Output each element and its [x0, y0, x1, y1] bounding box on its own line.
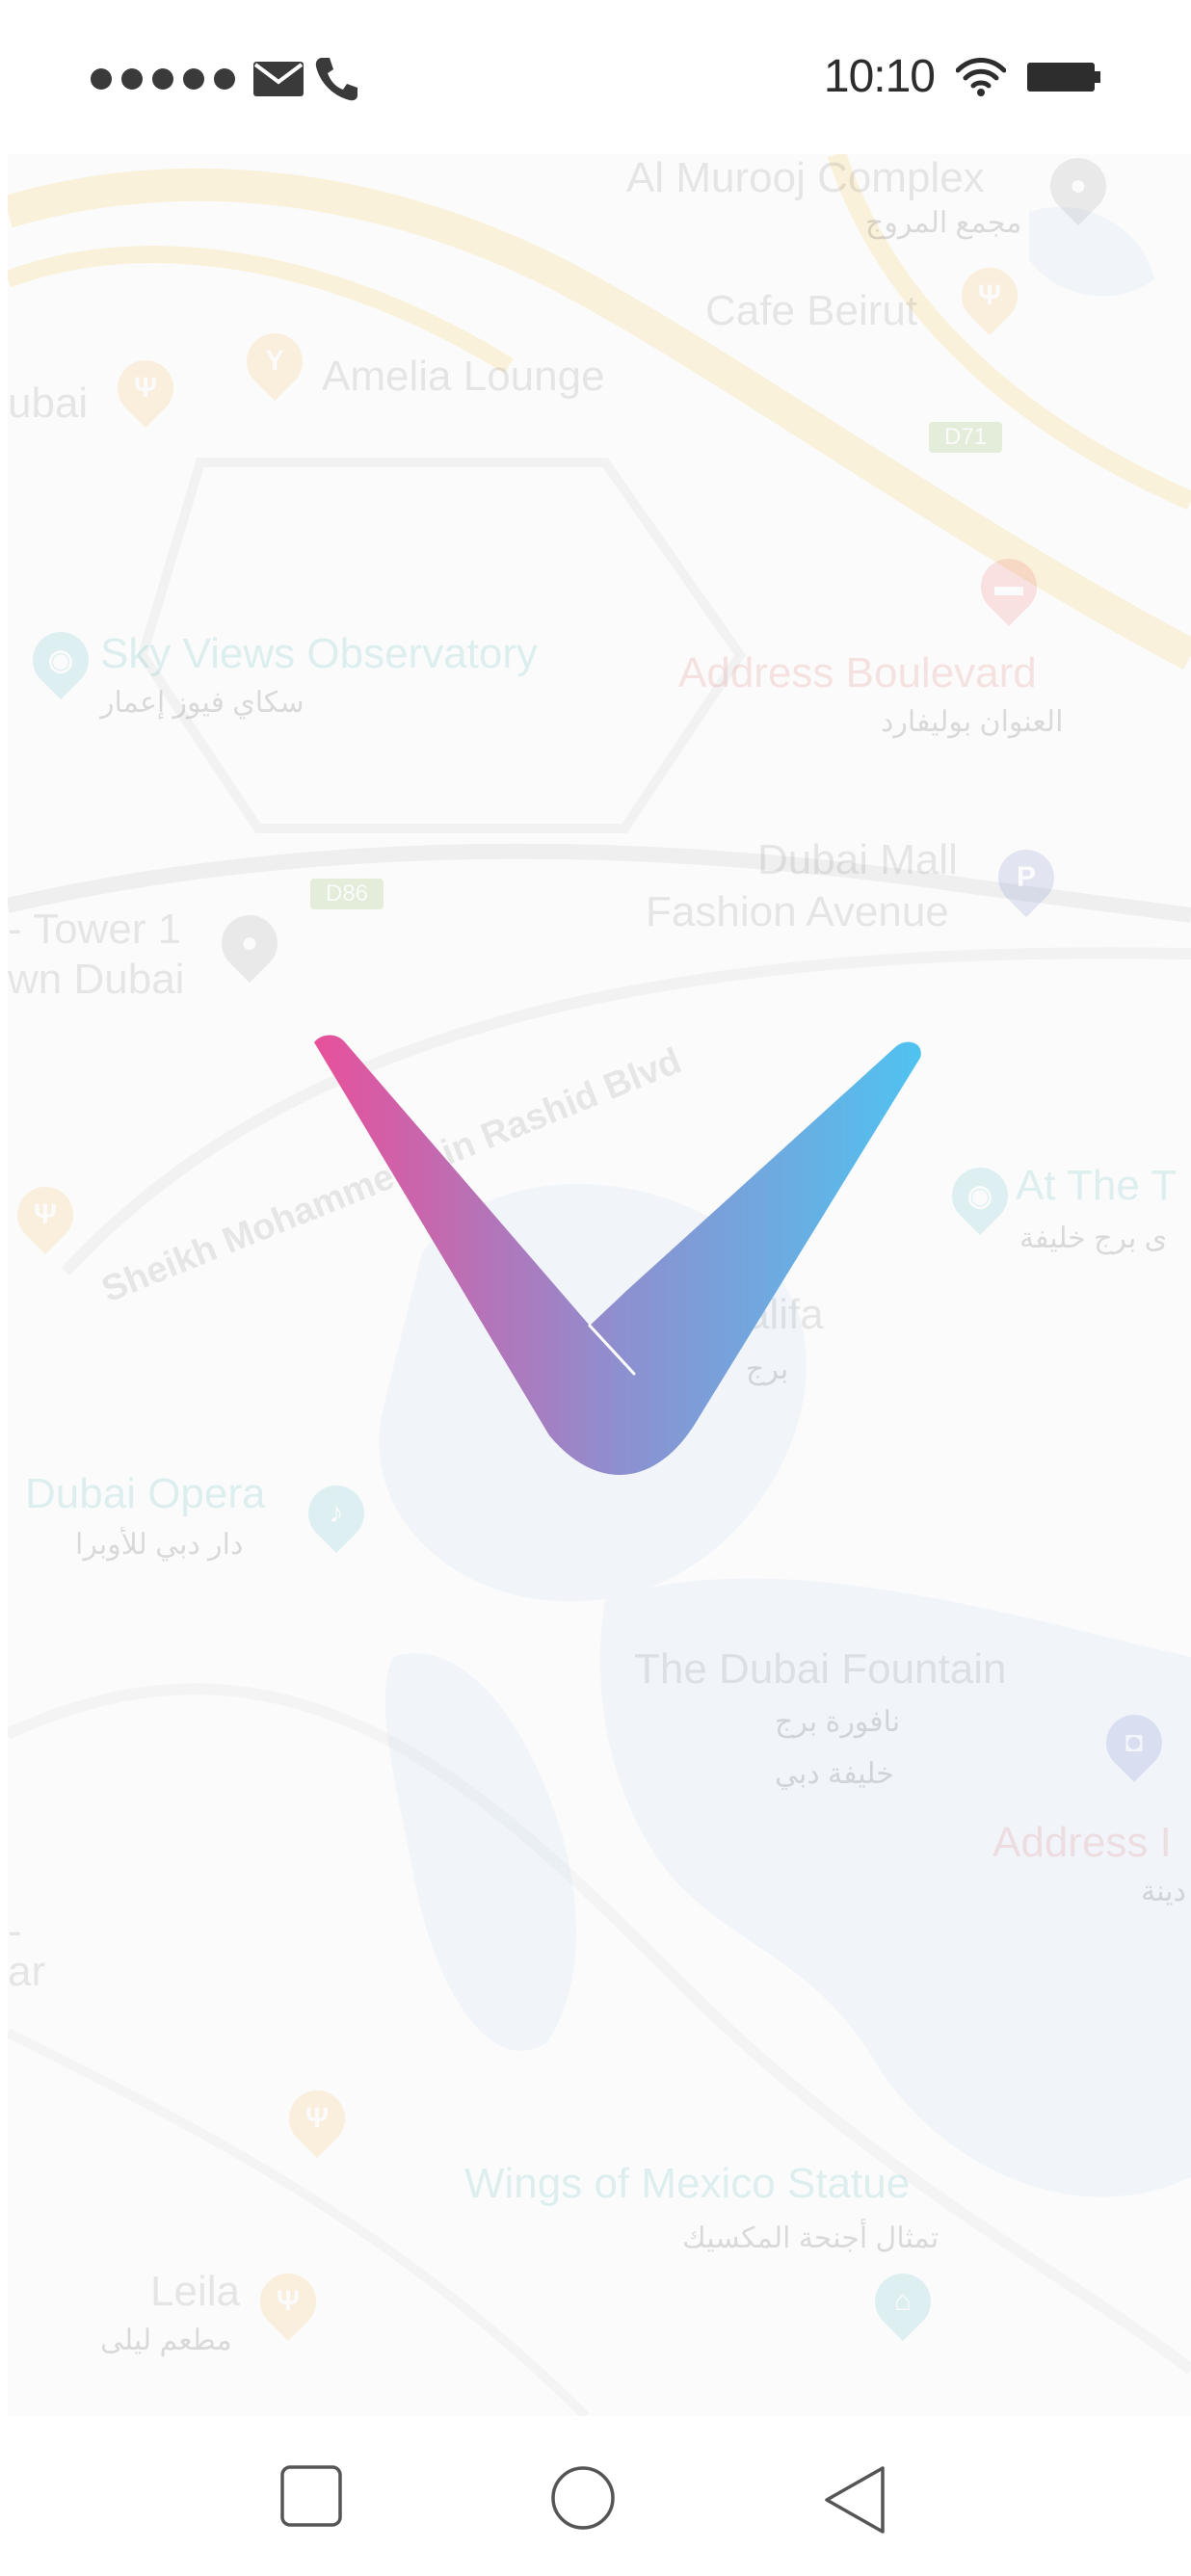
status-clock: 10:10 [823, 51, 936, 102]
map-label[interactable]: wn Dubai [8, 956, 184, 1004]
signal-dot [183, 68, 204, 90]
map-label: ى برج خليفة [1019, 1222, 1168, 1254]
navigation-bar [0, 2416, 1191, 2576]
map-label[interactable]: Fashion Avenue [646, 888, 949, 936]
signal-dot [152, 68, 173, 90]
wifi-icon [956, 57, 1006, 96]
map-label[interactable]: At The T [1016, 1162, 1177, 1210]
map-label[interactable]: Amelia Lounge [322, 353, 605, 401]
status-left-icons [91, 56, 358, 102]
map-label: مطعم ليلى [100, 2325, 232, 2356]
map-label: مجمع المروج [865, 207, 1022, 239]
app-logo-check-icon [314, 1035, 921, 1475]
hotel-pin-icon[interactable]: ▬ [968, 546, 1049, 627]
map-label[interactable]: Leila [150, 2268, 240, 2316]
signal-dot [91, 68, 112, 90]
map-label: ar [8, 1948, 46, 1995]
map-label: العنوان بوليفارد [881, 706, 1064, 738]
map-label: سكاي فيوز إعمار [100, 687, 304, 719]
shopping-pin-icon[interactable]: ◘ [1094, 1702, 1175, 1783]
map-label[interactable]: The Dubai Fountain [634, 1645, 1006, 1694]
road-shield-d86: D86 [310, 879, 384, 909]
place-pin-icon[interactable]: ● [209, 903, 290, 984]
map-label[interactable]: Sky Views Observatory [100, 630, 538, 678]
home-button[interactable] [549, 2464, 617, 2532]
recent-apps-button[interactable] [279, 2464, 343, 2528]
map-label[interactable]: ubai [8, 380, 88, 428]
map-label[interactable]: Address I [992, 1819, 1172, 1867]
back-button[interactable] [821, 2464, 888, 2536]
map-label[interactable]: Cafe Beirut [705, 287, 917, 335]
restaurant-pin-icon[interactable]: Ψ [105, 348, 186, 429]
mail-icon [253, 62, 304, 96]
map-label[interactable]: Wings of Mexico Statue [464, 2160, 910, 2208]
phone-icon [315, 58, 357, 101]
map-label: نافورة برج [775, 1706, 901, 1738]
status-right-icons: 10:10 [824, 50, 1100, 103]
status-bar: 10:10 [0, 0, 1191, 154]
map-label[interactable]: Address Boulevard [678, 649, 1037, 697]
museum-pin-icon[interactable]: ⌂ [862, 2261, 943, 2342]
map-label[interactable]: Dubai Mall [757, 836, 958, 884]
map-label: تمثال أجنحة المكسيك [682, 2222, 940, 2254]
parking-pin-icon[interactable]: P [986, 837, 1067, 918]
map-label[interactable]: Al Murooj Complex [626, 154, 985, 202]
restaurant-pin-icon[interactable]: Ψ [277, 2078, 357, 2159]
map-label: دار دبي للأوبرا [75, 1529, 244, 1561]
road-shield-d71: D71 [929, 422, 1002, 453]
camera-pin-icon[interactable]: ◉ [940, 1155, 1020, 1236]
camera-pin-icon[interactable]: ◉ [20, 619, 101, 700]
restaurant-pin-icon[interactable]: Ψ [949, 255, 1030, 336]
signal-dot [121, 68, 143, 90]
map-label: دينة [1141, 1876, 1186, 1907]
restaurant-pin-icon[interactable]: Ψ [248, 2261, 329, 2342]
bar-pin-icon[interactable]: Y [234, 321, 315, 402]
map-label: خليفة دبي [775, 1758, 894, 1790]
map-label[interactable]: Dubai Opera [25, 1470, 265, 1518]
battery-icon [1027, 62, 1100, 92]
signal-dot [214, 68, 235, 90]
map-label[interactable]: - Tower 1 [8, 906, 181, 954]
